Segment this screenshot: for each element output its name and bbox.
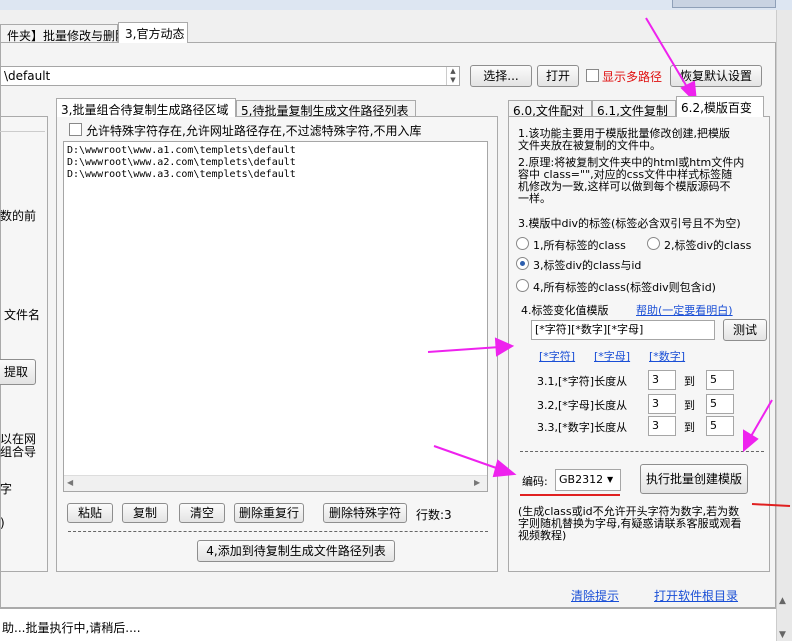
- annotation-arrows: [427, 17, 791, 507]
- tab-batch-combine-paths[interactable]: 3,批量组合待复制生成路径区域: [56, 98, 236, 117]
- tab-template-variation[interactable]: 6.2,模版百变: [676, 96, 764, 117]
- tab-official-news[interactable]: 3,官方动态: [118, 22, 188, 43]
